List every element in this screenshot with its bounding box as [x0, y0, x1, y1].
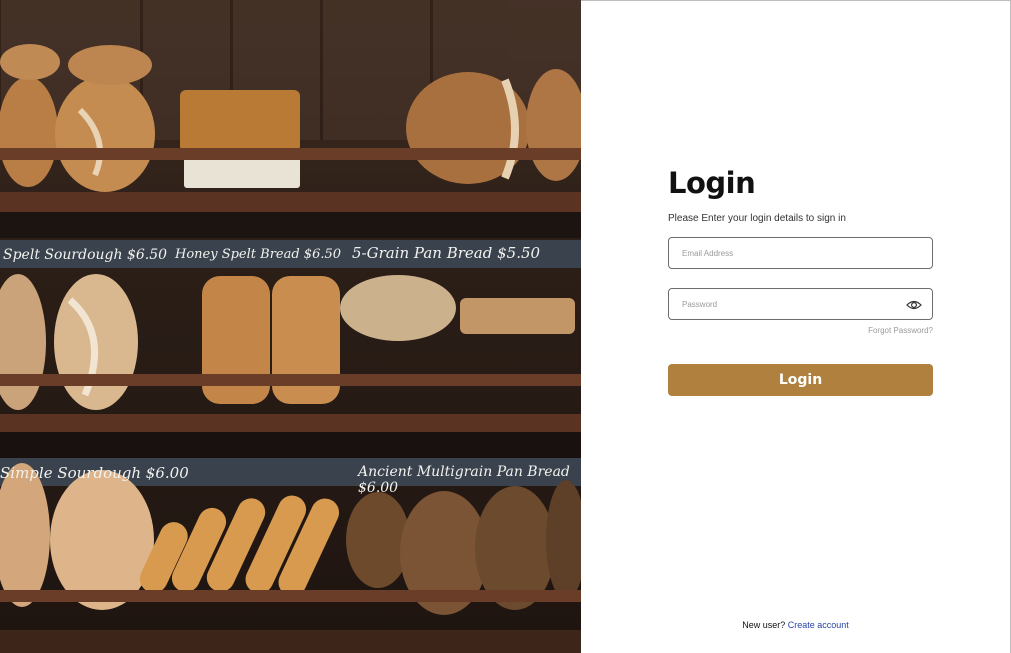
chalk-label: Honey Spelt Bread $6.50 [175, 247, 342, 262]
email-field-wrapper [668, 237, 933, 269]
page-title: Login [668, 166, 756, 200]
bakery-shelves-picture [0, 0, 581, 653]
chalkboard-label-row-2: Simple Sourdough $6.00 Ancient Multigrai… [0, 460, 581, 496]
create-account-link[interactable]: Create account [788, 620, 849, 630]
signup-prompt: New user? Create account [581, 620, 1010, 630]
login-subtitle: Please Enter your login details to sign … [668, 213, 846, 224]
show-password-eye-icon[interactable] [906, 298, 922, 310]
forgot-password-link[interactable]: Forgot Password? [668, 326, 933, 335]
chalk-label: Ancient Multigrain Pan Bread $6.00 [358, 464, 570, 496]
bakery-hero-image: Spelt Sourdough $6.50 Honey Spelt Bread … [0, 0, 581, 653]
login-button[interactable]: Login [668, 364, 933, 396]
chalkboard-label-row-1: Spelt Sourdough $6.50 Honey Spelt Bread … [0, 242, 581, 268]
password-field-wrapper [668, 288, 933, 320]
new-user-text: New user? [742, 620, 786, 630]
email-field[interactable] [669, 238, 932, 268]
chalk-label: 5-Grain Pan Bread $5.50 [352, 244, 541, 262]
chalk-label: Simple Sourdough $6.00 [0, 464, 189, 482]
password-field[interactable] [669, 289, 932, 319]
login-form: Login Please Enter your login details to… [668, 165, 933, 396]
login-panel: Login Please Enter your login details to… [581, 0, 1011, 653]
chalk-label: Spelt Sourdough $6.50 [3, 247, 168, 263]
